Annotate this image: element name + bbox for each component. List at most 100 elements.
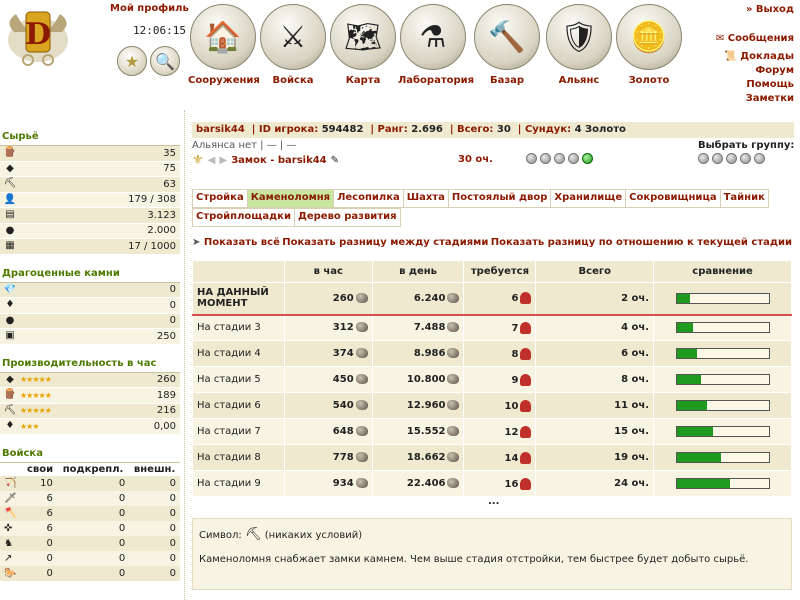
next-castle-arrow-icon[interactable]: ▶ xyxy=(219,155,227,166)
tab[interactable]: Постоялый двор xyxy=(448,189,552,208)
group-dot[interactable] xyxy=(726,153,737,164)
ruby-icon: ♦ xyxy=(5,299,15,311)
stage-label: На стадии 9 xyxy=(192,470,285,497)
stage-dot[interactable] xyxy=(540,153,551,164)
sidebar-value: 0 xyxy=(169,299,176,311)
worker-icon xyxy=(520,425,532,438)
favorites-star-button[interactable]: ★ xyxy=(117,46,147,76)
troops-row: 🗡 6 0 0 xyxy=(0,490,180,506)
messages-link[interactable]: ✉ Сообщения xyxy=(716,32,794,46)
comparison-bar-fill xyxy=(676,453,721,462)
nav-flask[interactable]: ⚗ Лаборатория xyxy=(398,4,474,86)
tab[interactable]: Стройка xyxy=(192,189,248,208)
table-row: На стадии 4 374 8.986 8 6 оч. xyxy=(192,340,792,367)
sidebar-value: 0 xyxy=(169,315,176,327)
reports-link[interactable]: 📜 Доклады xyxy=(724,50,794,64)
per-hour: 540 xyxy=(283,392,373,419)
per-hour: 778 xyxy=(283,444,373,471)
magnifier-icon: 🔍 xyxy=(155,51,175,71)
tab[interactable]: Дерево развития xyxy=(294,208,401,227)
nav-gavel[interactable]: 🔨 Базар xyxy=(472,4,542,86)
stage-dot-active[interactable] xyxy=(582,153,593,164)
worker-icon xyxy=(520,451,532,464)
search-button[interactable]: 🔍 xyxy=(150,46,180,76)
game-logo[interactable]: D xyxy=(4,2,72,70)
required-workers: 6 xyxy=(463,282,537,316)
wood-icon: 🪵 xyxy=(3,147,17,159)
worker-icon: 👤 xyxy=(3,193,17,205)
stone-icon xyxy=(447,292,460,303)
troops-own: 10 xyxy=(23,475,57,491)
stone-icon xyxy=(355,374,368,384)
nav-label: Базар xyxy=(489,75,525,86)
gavel-icon: 🔨 xyxy=(474,4,540,70)
comparison-cell xyxy=(653,340,792,367)
nav-map[interactable]: 🗺 Карта xyxy=(328,4,398,86)
gold-coin-icon: 🪙 xyxy=(616,4,682,70)
castle-name-link[interactable]: Замок - barsik44 xyxy=(231,155,327,166)
troops-ext: 0 xyxy=(129,535,180,551)
resources-heading: Сырьё xyxy=(0,128,180,146)
group-dot[interactable] xyxy=(698,153,709,164)
comparison-bar xyxy=(675,348,770,359)
spear-icon: ↗ xyxy=(0,550,24,566)
troops-col-header: подкрепл. xyxy=(62,463,124,475)
my-profile-link[interactable]: Мой профиль xyxy=(110,3,189,14)
sidebar-row: 💎 0 xyxy=(0,282,180,298)
forum-link[interactable]: Форум xyxy=(755,64,794,78)
logout-link[interactable]: » Выход xyxy=(746,3,794,17)
tab[interactable]: Каменоломня xyxy=(247,189,335,208)
troops-ext: 0 xyxy=(129,550,180,566)
tab[interactable]: Лесопилка xyxy=(334,189,404,208)
group-dot[interactable] xyxy=(740,153,751,164)
arrow-right-icon: ➤ xyxy=(192,237,204,248)
stage-dot[interactable] xyxy=(554,153,565,164)
sidebar-row: ⛏ ★★★★★ 216 xyxy=(0,403,180,419)
tab[interactable]: Хранилище xyxy=(551,189,627,208)
tab[interactable]: Стройплощадки xyxy=(192,208,295,227)
required-workers: 8 xyxy=(463,340,537,367)
comparison-cell xyxy=(653,366,792,393)
troops-own: 0 xyxy=(23,550,57,566)
castle-points: 30 оч. xyxy=(458,154,493,165)
troops-heading: Войска xyxy=(0,445,180,463)
tab[interactable]: Тайник xyxy=(720,189,769,208)
player-name-link[interactable]: barsik44 xyxy=(196,124,245,135)
total-points: 6 оч. xyxy=(535,340,655,367)
stage-dot[interactable] xyxy=(526,153,537,164)
total-value: 30 xyxy=(496,124,511,135)
stage-label: На стадии 5 xyxy=(192,366,285,393)
group-dot[interactable] xyxy=(712,153,723,164)
nav-gold-coin[interactable]: 🪙 Золото xyxy=(614,4,684,86)
show-all-link[interactable]: ➤ Показать всё xyxy=(192,237,280,248)
stage-dot[interactable] xyxy=(568,153,579,164)
sidebar-row: ▣ 250 xyxy=(0,329,180,345)
sidebar-value: 0,00 xyxy=(153,420,176,432)
group-dot[interactable] xyxy=(754,153,765,164)
prev-castle-arrow-icon[interactable]: ◀ xyxy=(208,155,216,166)
stone-icon xyxy=(355,322,368,333)
choose-group-label: Выбрать группу: xyxy=(698,140,795,151)
rating-stars: ★★★★★ xyxy=(20,406,52,416)
notes-link[interactable]: Заметки xyxy=(746,92,794,106)
troops-row: 🪓 6 0 0 xyxy=(0,505,180,521)
tab[interactable]: Шахта xyxy=(403,189,449,208)
comparison-bar-fill xyxy=(676,349,697,358)
comparison-bar xyxy=(675,478,770,489)
divider xyxy=(184,110,185,600)
tab[interactable]: Сокровищница xyxy=(626,189,721,208)
show-diff-stages-link[interactable]: Показать разницу между стадиями xyxy=(282,237,488,248)
nav-house[interactable]: 🏠 Сооружения xyxy=(188,4,260,86)
nav-swords[interactable]: ⚔ Войска xyxy=(258,4,328,86)
table-row: На стадии 8 778 18.662 14 19 оч. xyxy=(192,444,792,471)
nav-shield[interactable]: 🛡 Альянс xyxy=(544,4,614,86)
bow-icon: 🏹 xyxy=(0,475,24,491)
show-diff-current-link[interactable]: Показать разницу по отношению к текущей … xyxy=(491,237,792,248)
troops-reinf: 0 xyxy=(56,565,130,581)
sidebar-value: 0 xyxy=(169,284,176,296)
per-day: 22.406 xyxy=(371,470,465,497)
edit-pencil-icon[interactable]: ✎ xyxy=(331,155,339,166)
comparison-bar xyxy=(675,292,770,304)
sidebar-value: 260 xyxy=(156,374,176,386)
help-link[interactable]: Помощь xyxy=(746,78,794,92)
